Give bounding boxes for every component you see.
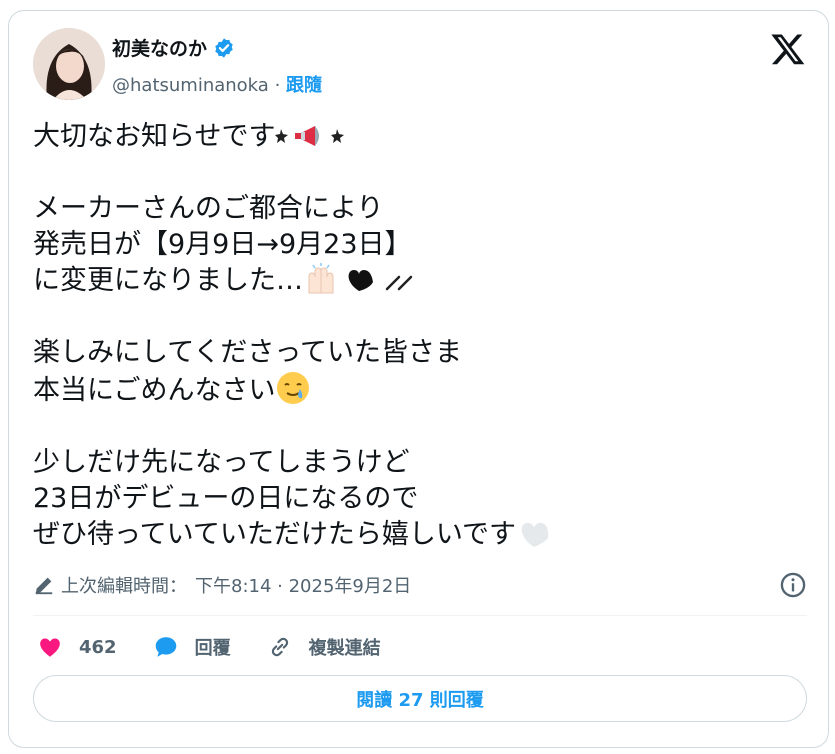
author-name-row: 初美なのか — [112, 34, 235, 61]
tweet-line-12: ぜひ待っていていただけたら嬉しいです — [33, 519, 517, 550]
link-icon — [271, 637, 288, 657]
follow-link[interactable]: 跟隨 — [286, 75, 322, 96]
tweet-line-4: 発売日が【9月9日→9月23日】 — [33, 229, 412, 260]
tweet-line-5: に変更になりました… — [33, 265, 303, 296]
author-display-name[interactable]: 初美なのか — [112, 34, 207, 61]
copy-link-label: 複製連結 — [308, 638, 381, 659]
tweet-line-10: 少しだけ先になってしまうけど — [33, 447, 410, 478]
edited-label[interactable]: 上次編輯時間： — [61, 572, 187, 598]
smiling-face-with-tear-emoji-icon — [277, 372, 310, 404]
like-button[interactable]: 462 — [37, 634, 117, 660]
tweet-line-8: 本当にごめんなさい — [33, 375, 276, 406]
tweet-line-1: 大切なお知らせです — [33, 121, 276, 152]
tweet-timestamp[interactable]: 下午8:14 · 2025年9月2日 — [195, 572, 411, 598]
speech-bubble-icon — [155, 637, 176, 657]
reply-button[interactable]: 回覆 — [153, 634, 231, 660]
raised-hands-emoji-icon — [308, 263, 334, 294]
black-heart-emoji-icon — [348, 270, 373, 291]
read-replies-button[interactable]: 閱讀 27 則回覆 — [33, 675, 807, 722]
tweet-line-2 — [33, 155, 793, 191]
tweet-line-3: メーカーさんのご都合により — [33, 193, 384, 224]
tweet-actions: 462 回覆 複製連結 — [37, 629, 417, 665]
tweet-line-6 — [33, 299, 793, 335]
read-replies-label: 閱讀 27 則回覆 — [356, 689, 484, 711]
copy-link-button[interactable]: 複製連結 — [267, 634, 381, 660]
info-icon[interactable] — [779, 571, 807, 599]
author-handle[interactable]: @hatsuminanoka — [112, 75, 269, 96]
like-count: 462 — [79, 636, 117, 658]
tweet-line-11: 23日がデビューの日になるので — [33, 483, 419, 514]
x-logo-icon[interactable] — [770, 31, 806, 67]
author-handle-row: @hatsuminanoka · 跟隨 — [112, 71, 322, 97]
sparkle-megaphone-emoji-icon — [275, 126, 345, 146]
tweet-card: 初美なのか @hatsuminanoka · 跟隨 大切なお知らせです メーカー… — [8, 10, 829, 748]
tweet-metadata: 上次編輯時間： 下午8:14 · 2025年9月2日 — [33, 569, 807, 601]
heart-icon — [40, 638, 60, 657]
pencil-edit-icon — [35, 577, 53, 595]
tweet-line-7: 楽しみにしてくださっていた皆さま — [33, 337, 463, 368]
double-slash-emoji-icon — [385, 275, 413, 291]
divider — [33, 615, 807, 616]
tweet-line-9 — [33, 409, 793, 445]
verified-badge-icon — [215, 37, 233, 58]
white-heart-emoji-icon — [521, 522, 549, 547]
reply-label: 回覆 — [194, 638, 231, 659]
avatar[interactable] — [33, 28, 105, 100]
tweet-text: 大切なお知らせです メーカーさんのご都合により 発売日が【9月9日→9月23日】… — [33, 119, 793, 553]
handle-separator: · — [274, 75, 281, 96]
